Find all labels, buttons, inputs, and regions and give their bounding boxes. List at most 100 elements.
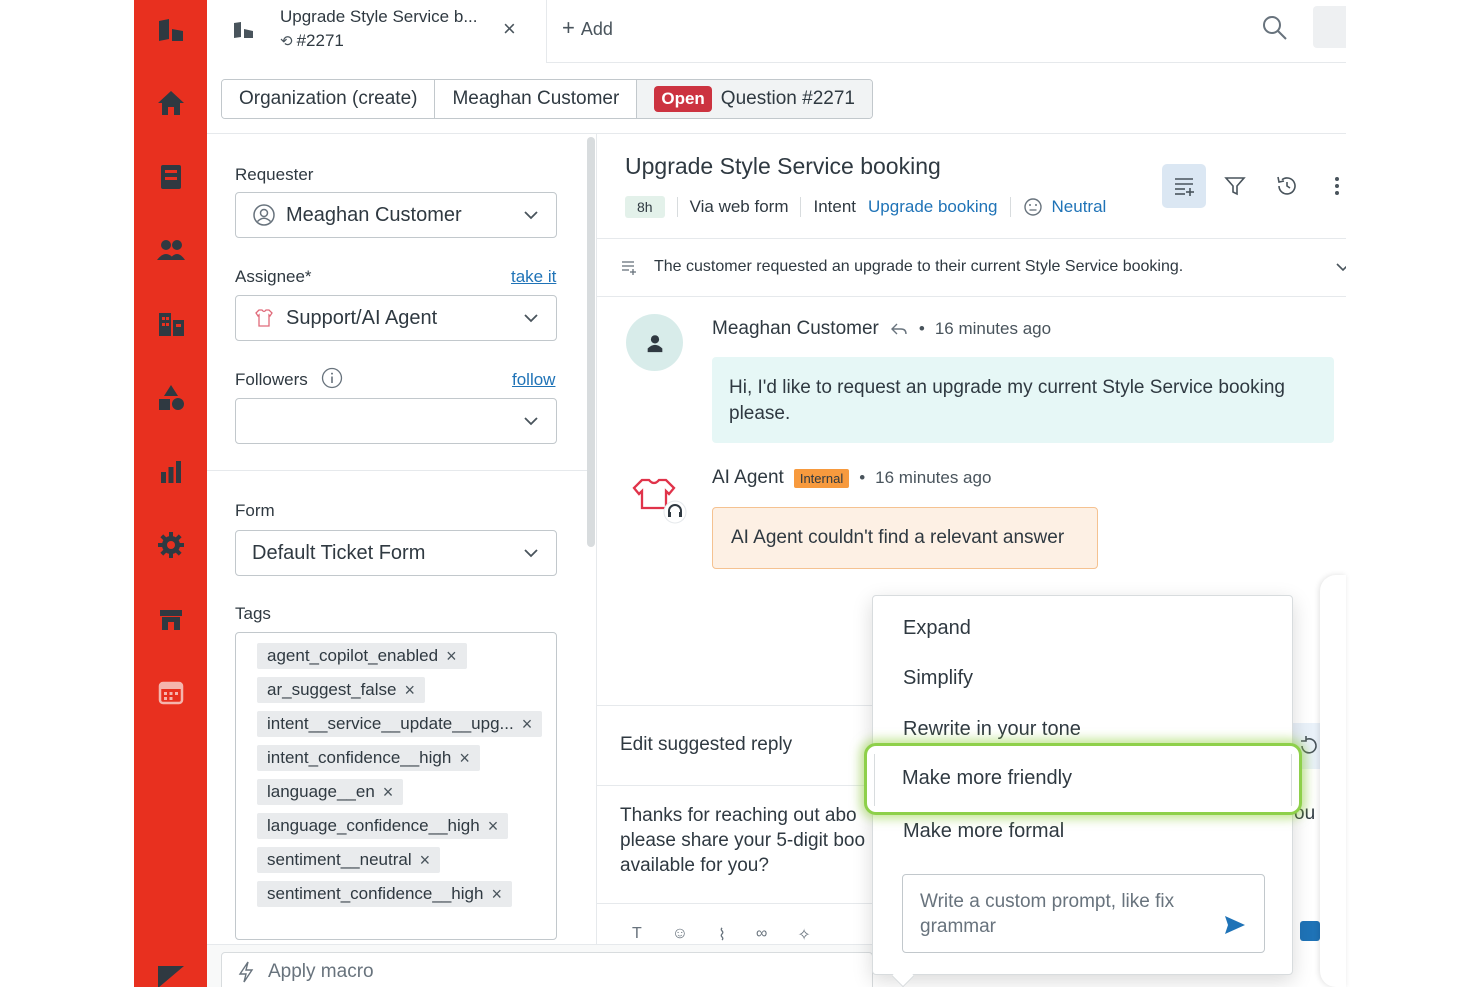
remove-tag-icon[interactable]: × — [488, 816, 499, 837]
lightning-icon — [236, 961, 256, 983]
chevron-down-icon — [524, 211, 538, 220]
menu-item-expand[interactable]: Expand — [903, 617, 971, 640]
breadcrumb: Organization (create) Meaghan Customer O… — [221, 79, 873, 119]
ticket-meta: 8h Via web form Intent Upgrade booking N… — [625, 195, 1106, 219]
message-time: 16 minutes ago — [875, 468, 992, 487]
breadcrumb-ticket-label: Question #2271 — [720, 88, 855, 109]
profile-button[interactable] — [1313, 6, 1346, 48]
header-divider — [207, 133, 1346, 134]
calendar-icon[interactable] — [134, 672, 207, 712]
ai-agent-shirt-icon — [252, 306, 276, 330]
requester-label: Requester — [235, 165, 314, 184]
remove-tag-icon[interactable]: × — [491, 884, 502, 905]
message-author[interactable]: Meaghan Customer — [712, 318, 879, 340]
tags-field[interactable]: agent_copilot_enabled × ar_suggest_false ×… — [235, 632, 557, 940]
remove-tag-icon[interactable]: × — [420, 850, 431, 871]
message-time: 16 minutes ago — [934, 319, 1052, 338]
reply-divider — [597, 785, 873, 786]
chevron-down-icon[interactable] — [1334, 258, 1346, 274]
chevron-down-icon — [524, 417, 538, 426]
more-options-icon[interactable] — [1315, 164, 1359, 208]
conversation-view-icon[interactable] — [1162, 164, 1206, 208]
breadcrumb-organization[interactable]: Organization (create) — [222, 80, 436, 118]
zendesk-product-icon[interactable] — [134, 955, 207, 987]
tag: ar_suggest_false × — [257, 677, 425, 703]
message-bullet: • — [859, 468, 866, 487]
ai-enhance-icon[interactable]: ✧ — [797, 925, 810, 945]
marketplace-icon[interactable] — [134, 599, 207, 639]
send-icon[interactable] — [1222, 912, 1248, 938]
menu-item-rewrite-tone[interactable]: Rewrite in your tone — [903, 718, 1081, 741]
neutral-face-icon — [1023, 197, 1043, 217]
suggested-reply-heading: Edit suggested reply — [620, 734, 793, 755]
submit-button[interactable] — [1300, 921, 1320, 941]
plus-icon: + — [562, 15, 575, 40]
info-icon[interactable] — [321, 367, 343, 389]
objects-icon[interactable] — [134, 378, 207, 418]
internal-badge: Internal — [793, 468, 850, 488]
settings-gear-icon[interactable] — [134, 525, 207, 565]
sentiment-value[interactable]: Neutral — [1052, 197, 1107, 217]
reply-divider — [597, 705, 873, 706]
menu-item-more-friendly[interactable]: Make more friendly — [902, 767, 1072, 790]
customers-icon[interactable] — [134, 230, 207, 270]
tag: language__en × — [257, 779, 404, 805]
remove-tag-icon[interactable]: × — [459, 748, 470, 769]
properties-scrollbar[interactable] — [587, 137, 595, 547]
breadcrumb-ticket[interactable]: Open Question #2271 — [637, 80, 872, 118]
text-format-icon[interactable]: T — [632, 925, 642, 945]
home-icon[interactable] — [134, 83, 207, 123]
form-select[interactable]: Default Ticket Form — [235, 530, 557, 576]
close-tab-icon[interactable]: × — [503, 16, 516, 42]
tab-ticket-ref: ⟲ #2271 — [280, 31, 344, 50]
ai-agent-avatar-icon — [630, 474, 690, 528]
link-icon[interactable]: ∞ — [756, 925, 767, 945]
organizations-icon[interactable] — [134, 304, 207, 344]
menu-item-simplify[interactable]: Simplify — [903, 667, 973, 690]
intent-value[interactable]: Upgrade booking — [868, 197, 997, 217]
requester-value: Meaghan Customer — [286, 203, 462, 226]
chevron-down-icon — [524, 314, 538, 323]
zendesk-logo-icon[interactable] — [134, 10, 207, 50]
filter-icon[interactable] — [1213, 164, 1257, 208]
reply-line: please share your 5-digit boo — [620, 830, 866, 851]
column-divider — [596, 134, 597, 944]
requester-field[interactable]: Meaghan Customer — [235, 192, 557, 238]
followers-label: Followers — [235, 370, 308, 389]
ticket-title: Upgrade Style Service booking — [625, 153, 941, 179]
chevron-down-icon — [524, 549, 538, 558]
emoji-icon[interactable]: ☺ — [672, 925, 688, 945]
remove-tag-icon[interactable]: × — [522, 714, 533, 735]
history-icon[interactable] — [1265, 164, 1309, 208]
search-icon[interactable] — [1260, 13, 1290, 43]
summary-divider — [597, 296, 1346, 297]
meta-separator — [676, 197, 678, 217]
add-tab-button[interactable]: + Add — [562, 15, 613, 41]
take-it-link[interactable]: take it — [511, 267, 556, 287]
followers-field[interactable] — [235, 398, 557, 444]
tag: agent_copilot_enabled × — [257, 643, 467, 669]
menu-item-more-formal[interactable]: Make more formal — [903, 820, 1064, 843]
avatar — [626, 314, 683, 371]
apply-macro-label: Apply macro — [268, 961, 374, 982]
remove-tag-icon[interactable]: × — [404, 680, 415, 701]
message-header: Meaghan Customer • 16 minutes ago — [712, 318, 1051, 340]
apply-macro-select[interactable]: Apply macro — [221, 952, 873, 987]
suggested-reply-text[interactable]: Thanks for reaching out abo please share… — [620, 803, 874, 878]
panel-divider — [207, 470, 587, 471]
age-badge: 8h — [625, 196, 665, 218]
remove-tag-icon[interactable]: × — [446, 646, 457, 667]
attachment-icon[interactable]: ⌇ — [718, 925, 726, 945]
message-author[interactable]: AI Agent — [712, 467, 784, 489]
assignee-field[interactable]: Support/AI Agent — [235, 295, 557, 341]
ticket-summary: The customer requested an upgrade to the… — [654, 258, 1184, 275]
tags-label: Tags — [235, 604, 271, 623]
tag: language_confidence__high × — [257, 813, 509, 839]
follow-link[interactable]: follow — [512, 370, 555, 390]
summary-divider — [597, 238, 1346, 239]
views-icon[interactable] — [134, 157, 207, 197]
remove-tag-icon[interactable]: × — [383, 782, 394, 803]
custom-prompt-input[interactable]: Write a custom prompt, like fix grammar — [902, 874, 1265, 953]
reporting-icon[interactable] — [134, 452, 207, 492]
breadcrumb-customer[interactable]: Meaghan Customer — [435, 80, 638, 118]
